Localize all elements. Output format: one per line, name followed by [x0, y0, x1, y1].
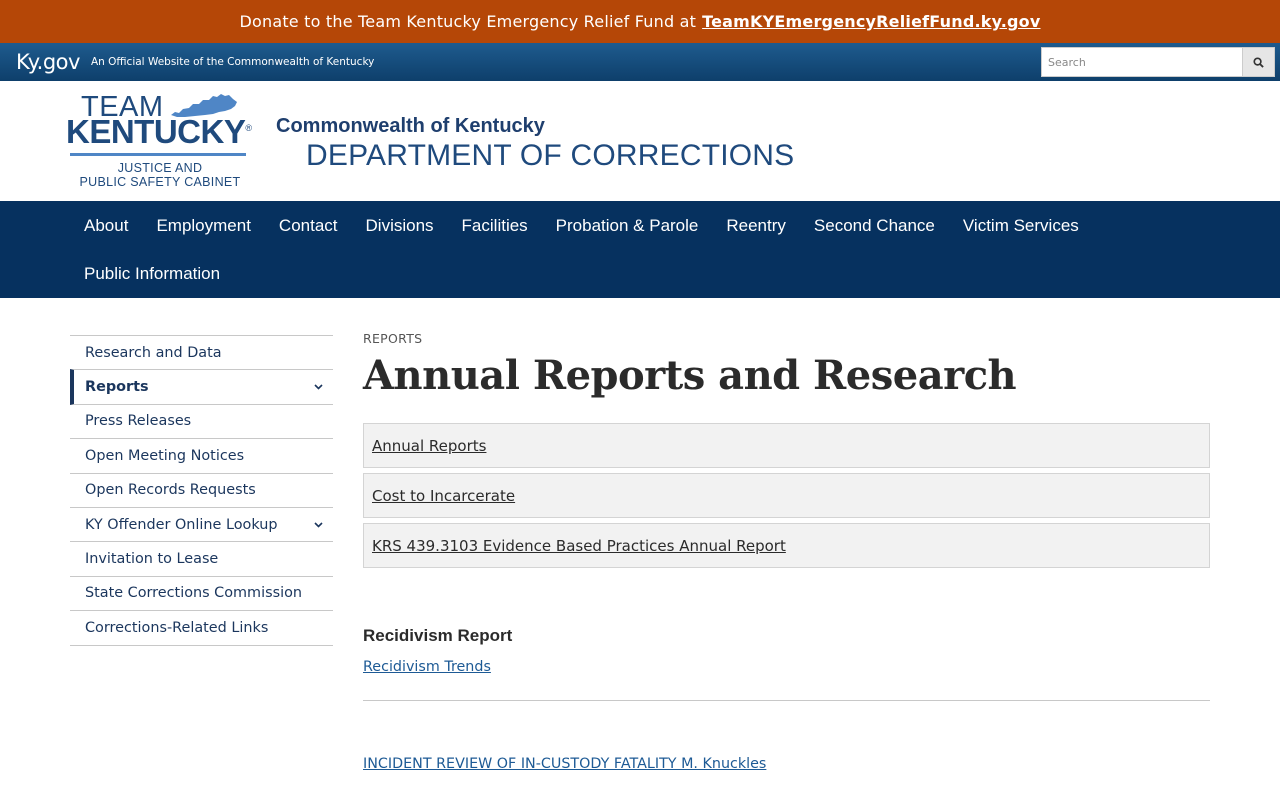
nav-item-facilities[interactable]: Facilities	[448, 202, 542, 250]
recidivism-trends-link[interactable]: Recidivism Trends	[363, 659, 1210, 675]
kygov-bar: Ky.gov An Official Website of the Common…	[0, 43, 1280, 81]
nav-item-divisions[interactable]: Divisions	[352, 202, 448, 250]
chevron-down-icon[interactable]	[313, 382, 323, 392]
nav-item-employment[interactable]: Employment	[142, 202, 264, 250]
sidenav-item-open-meeting-notices[interactable]: Open Meeting Notices	[70, 439, 333, 474]
magnifier-icon	[1253, 56, 1264, 68]
report-box-annual-reports[interactable]: Annual Reports	[363, 423, 1210, 468]
site-header: TEAM KENTUCKY® JUSTICE AND PUBLIC SAFETY…	[0, 81, 1280, 201]
main-content: REPORTS Annual Reports and Research Annu…	[363, 331, 1210, 772]
header-titles: Commonwealth of Kentucky DEPARTMENT OF C…	[276, 115, 1153, 173]
nav-item-public-information[interactable]: Public Information	[70, 250, 234, 298]
sidenav-item-state-corrections-commission[interactable]: State Corrections Commission	[70, 577, 333, 612]
cost-to-incarcerate-link[interactable]: Cost to Incarcerate	[372, 487, 515, 505]
nav-item-victim-services[interactable]: Victim Services	[949, 202, 1093, 250]
logo-cabinet-text: JUSTICE AND PUBLIC SAFETY CABINET	[79, 161, 241, 189]
incident-review-link[interactable]: INCIDENT REVIEW OF IN-CUSTODY FATALITY M…	[363, 756, 1210, 772]
sidenav-item-reports[interactable]: Reports	[70, 369, 333, 405]
sidenav-item-offender-lookup[interactable]: KY Offender Online Lookup	[70, 508, 333, 543]
recidivism-heading: Recidivism Report	[363, 626, 513, 645]
department-title[interactable]: DEPARTMENT OF CORRECTIONS	[306, 139, 1153, 173]
chevron-down-icon[interactable]	[313, 520, 323, 530]
donate-text: Donate to the Team Kentucky Emergency Re…	[239, 12, 697, 31]
page-title: Annual Reports and Research	[363, 352, 1017, 399]
commonwealth-title: Commonwealth of Kentucky	[276, 115, 545, 137]
kygov-search	[1041, 47, 1275, 77]
nav-item-probation-parole[interactable]: Probation & Parole	[542, 202, 713, 250]
donate-link[interactable]: TeamKYEmergencyReliefFund.ky.gov	[702, 12, 1040, 31]
donate-banner: Donate to the Team Kentucky Emergency Re…	[0, 0, 1280, 43]
side-nav: Research and Data Reports Press Releases…	[70, 335, 333, 772]
sidenav-item-research-data[interactable]: Research and Data	[70, 336, 333, 371]
nav-item-reentry[interactable]: Reentry	[712, 202, 800, 250]
sidenav-item-press-releases[interactable]: Press Releases	[70, 405, 333, 440]
team-kentucky-logo[interactable]: TEAM KENTUCKY® JUSTICE AND PUBLIC SAFETY…	[66, 91, 256, 191]
nav-item-contact[interactable]: Contact	[265, 202, 352, 250]
main-nav: About Employment Contact Divisions Facil…	[0, 201, 1280, 298]
kygov-tagline: An Official Website of the Commonwealth …	[90, 56, 375, 68]
krs-evidence-based-link[interactable]: KRS 439.3103 Evidence Based Practices An…	[372, 537, 786, 555]
sidenav-item-corrections-related-links[interactable]: Corrections-Related Links	[70, 611, 333, 646]
breadcrumb-kicker: REPORTS	[363, 331, 423, 346]
logo-kentucky-text: KENTUCKY®	[66, 113, 252, 150]
annual-reports-link[interactable]: Annual Reports	[372, 437, 486, 455]
divider	[363, 700, 1210, 701]
search-input[interactable]	[1041, 47, 1243, 77]
kygov-logo[interactable]: Ky.gov	[16, 50, 80, 74]
logo-rule	[70, 153, 246, 156]
sidenav-item-invitation-to-lease[interactable]: Invitation to Lease	[70, 542, 333, 577]
nav-item-second-chance[interactable]: Second Chance	[800, 202, 949, 250]
content-area: Research and Data Reports Press Releases…	[0, 298, 1280, 772]
report-box-krs-evidence-based[interactable]: KRS 439.3103 Evidence Based Practices An…	[363, 523, 1210, 568]
search-button[interactable]	[1243, 47, 1275, 77]
report-accordion: Annual Reports Cost to Incarcerate KRS 4…	[363, 423, 1210, 568]
sidenav-item-open-records-requests[interactable]: Open Records Requests	[70, 474, 333, 508]
nav-item-about[interactable]: About	[70, 202, 142, 250]
report-box-cost-to-incarcerate[interactable]: Cost to Incarcerate	[363, 473, 1210, 518]
